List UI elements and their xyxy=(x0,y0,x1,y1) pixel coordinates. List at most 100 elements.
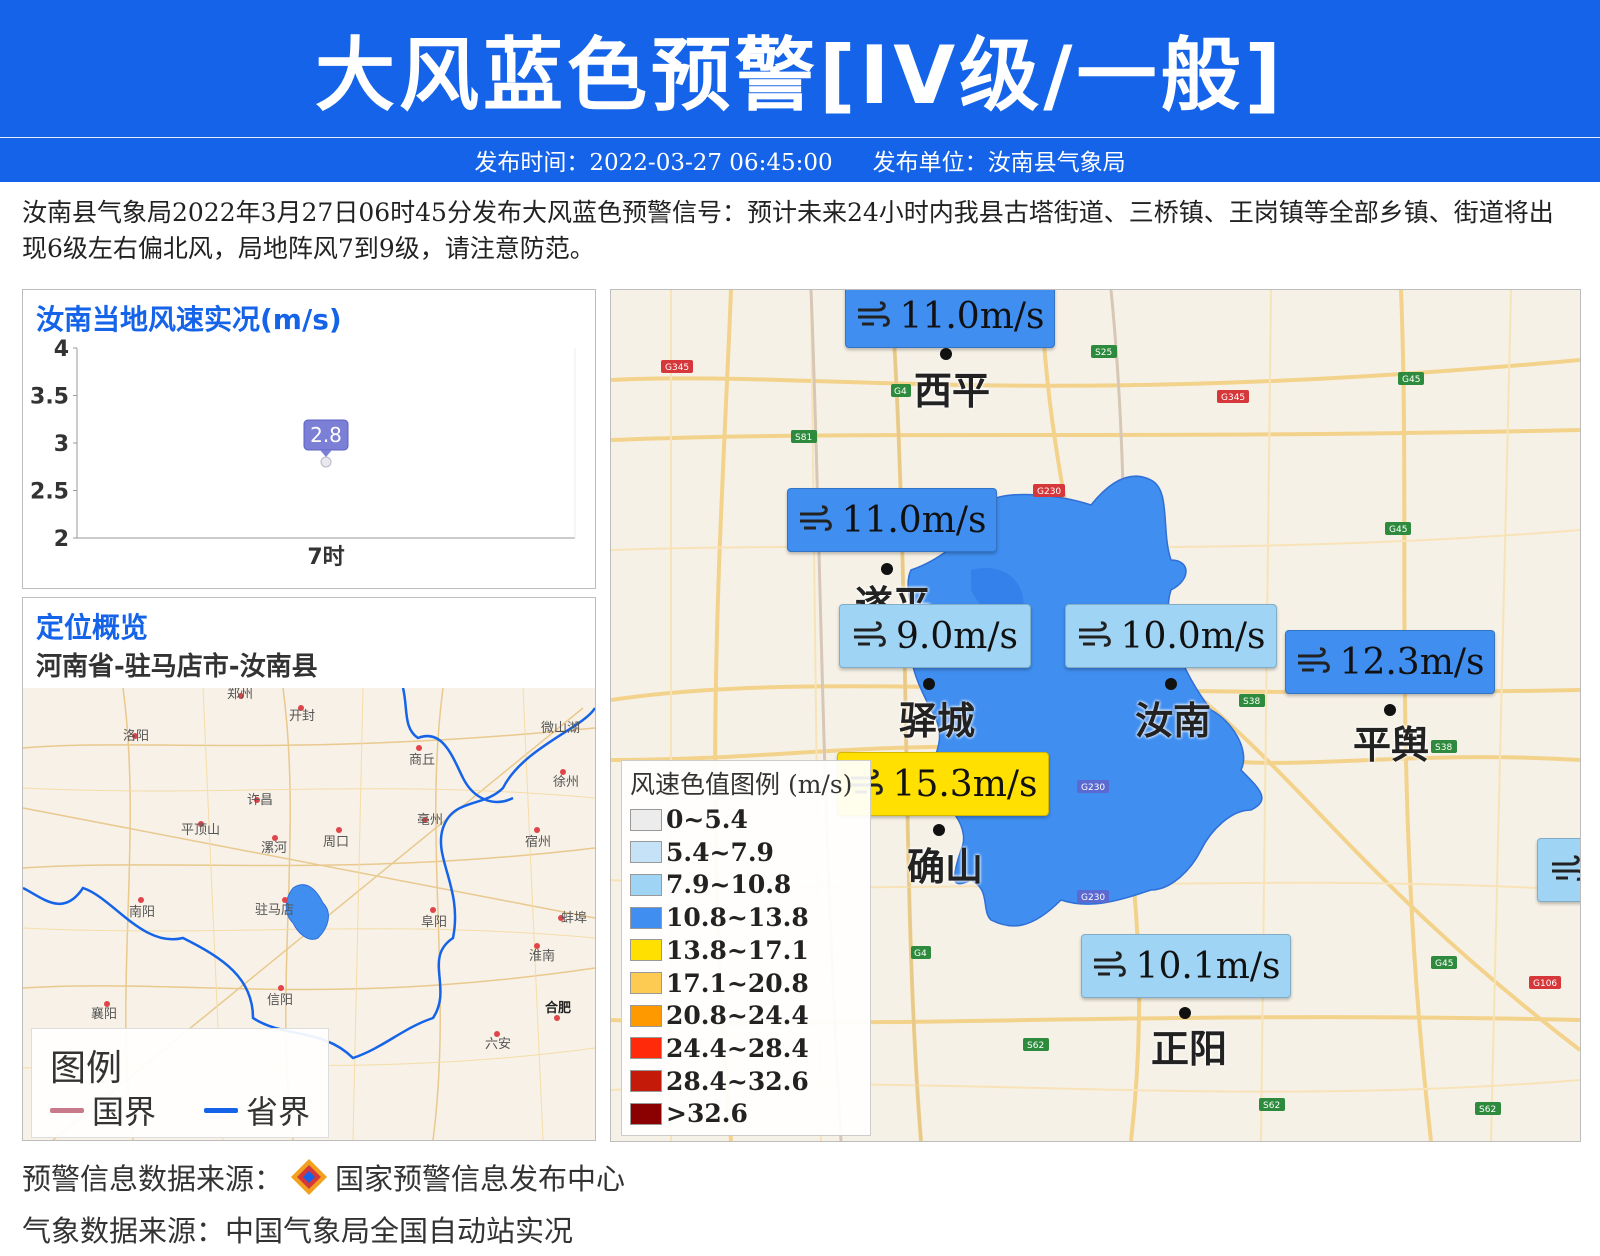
warning-source-name: 国家预警信息发布中心 xyxy=(335,1162,626,1196)
legend-item: 28.4~32.6 xyxy=(630,1067,809,1096)
svg-text:S81: S81 xyxy=(795,433,812,443)
legend-swatch xyxy=(630,1102,662,1125)
legend-item: 10.8~13.8 xyxy=(630,903,809,932)
weather-source: 气象数据来源：中国气象局全国自动站实况 xyxy=(22,1214,574,1248)
legend-item: 17.1~20.8 xyxy=(630,969,809,998)
svg-text:G45: G45 xyxy=(1389,525,1407,535)
overview-legend-title: 图例 xyxy=(50,1048,123,1089)
legend-item: 13.8~17.1 xyxy=(630,936,809,965)
legend-item: 7.9~10.8 xyxy=(630,870,791,899)
location-path: 河南省-驻马店市-汝南县 xyxy=(36,652,318,682)
province-border-label: 省界 xyxy=(246,1093,311,1131)
legend-item-national-border: 国界 xyxy=(50,1087,156,1133)
svg-text:G106: G106 xyxy=(1533,979,1557,989)
wind-value: 10.0m/s xyxy=(1120,615,1266,657)
svg-text:合肥: 合肥 xyxy=(545,1000,571,1016)
data-label: 2.8 xyxy=(310,423,342,447)
svg-text:蚌埠: 蚌埠 xyxy=(561,911,587,926)
svg-text:微山湖: 微山湖 xyxy=(541,721,580,736)
location-panel: 定位概览 河南省-驻马店市-汝南县 郑州 开封 洛阳 商丘 微山湖 徐州 许昌 … xyxy=(22,597,596,1141)
wind-station-runan[interactable]: 10.0m/s xyxy=(1065,604,1277,668)
wind-icon xyxy=(1093,951,1126,977)
data-point xyxy=(320,456,332,468)
svg-text:G230: G230 xyxy=(1081,893,1105,903)
city-label-xiping: 西平 xyxy=(914,369,991,413)
city-label-yicheng: 驿城 xyxy=(899,699,976,743)
svg-text:南阳: 南阳 xyxy=(129,904,155,920)
wind-station-xiping[interactable]: 11.0m/s xyxy=(845,290,1055,348)
wind-value: 11.0m/s xyxy=(899,295,1045,337)
legend-item: >32.6 xyxy=(630,1099,748,1128)
svg-text:驻马店: 驻马店 xyxy=(255,903,294,918)
wind-speed-panel: 4 3.5 3 2.5 2 7时 2.8 汝南当地风速实况(m/s) xyxy=(22,289,596,589)
overview-map-legend: 图例 国界 省界 xyxy=(31,1028,329,1138)
station-dot xyxy=(933,824,945,836)
wind-icon xyxy=(857,301,890,327)
legend-range-label: 24.4~28.4 xyxy=(666,1033,809,1063)
legend-range-label: 28.4~32.6 xyxy=(666,1066,809,1096)
legend-item-province-border: 省界 xyxy=(204,1087,310,1133)
svg-text:G230: G230 xyxy=(1081,783,1105,793)
city-label-runan: 汝南 xyxy=(1135,699,1212,743)
wind-icon xyxy=(1297,647,1330,673)
wind-legend-title: 风速色值图例 (m/s) xyxy=(630,770,853,799)
y-tick-label: 3.5 xyxy=(30,385,69,410)
svg-text:六安: 六安 xyxy=(485,1037,511,1052)
publish-unit: 发布单位：汝南县气象局 xyxy=(872,150,1126,176)
y-tick-label: 3 xyxy=(54,432,69,457)
legend-range-label: 13.8~17.1 xyxy=(666,935,809,965)
svg-text:S38: S38 xyxy=(1243,697,1260,707)
svg-text:漯河: 漯河 xyxy=(261,841,287,856)
svg-text:阜阳: 阜阳 xyxy=(421,914,447,930)
wind-station-zhengyang[interactable]: 10.1m/s xyxy=(1081,934,1291,998)
wind-map[interactable]: G345 S25 G45 G4 S81 G345 G230 G45 S38 S3… xyxy=(610,289,1581,1142)
svg-text:S38: S38 xyxy=(1435,743,1452,753)
wind-station-pingyu[interactable]: 12.3m/s xyxy=(1285,630,1495,694)
legend-swatch xyxy=(630,1004,662,1027)
legend-item: 24.4~28.4 xyxy=(630,1034,809,1063)
svg-text:徐州: 徐州 xyxy=(553,775,579,790)
svg-text:信阳: 信阳 xyxy=(267,993,293,1008)
legend-swatch xyxy=(630,1070,662,1093)
warning-source-label: 预警信息数据来源： xyxy=(22,1162,284,1196)
wind-icon xyxy=(799,505,832,531)
legend-swatch xyxy=(630,939,662,962)
svg-text:G4: G4 xyxy=(914,949,927,959)
station-dot xyxy=(940,348,952,360)
publish-info-bar: 发布时间：2022-03-27 06:45:00 发布单位：汝南县气象局 xyxy=(0,138,1600,182)
city-label-pingyu: 平舆 xyxy=(1353,723,1430,767)
wind-station-offscreen[interactable] xyxy=(1537,838,1580,902)
city-label-queshan: 确山 xyxy=(907,845,984,889)
wind-station-suiping[interactable]: 11.0m/s xyxy=(787,488,997,552)
wind-station-yicheng[interactable]: 9.0m/s xyxy=(839,604,1031,668)
legend-swatch xyxy=(630,841,662,864)
y-tick-label: 2.5 xyxy=(30,480,69,505)
y-tick-label: 4 xyxy=(54,337,69,362)
data-label-pointer xyxy=(320,450,332,457)
wind-color-legend: 风速色值图例 (m/s) 0~5.4 5.4~7.9 7.9~10.8 10.8~13… xyxy=(621,760,871,1136)
svg-text:襄阳: 襄阳 xyxy=(91,1006,117,1022)
warning-source: 预警信息数据来源： 国家预警信息发布中心 xyxy=(22,1156,625,1198)
legend-range-label: 7.9~10.8 xyxy=(666,870,792,900)
svg-text:平顶山: 平顶山 xyxy=(181,823,220,838)
svg-text:G345: G345 xyxy=(665,363,689,373)
overview-map[interactable]: 郑州 开封 洛阳 商丘 微山湖 徐州 许昌 平顶山 亳州 漯河 周口 宿州 南阳 驻马店 阜阳 蚌埠… xyxy=(23,688,595,1140)
svg-text:商丘: 商丘 xyxy=(409,753,435,768)
svg-text:洛阳: 洛阳 xyxy=(123,729,149,744)
legend-swatch xyxy=(630,1037,662,1060)
svg-text:G345: G345 xyxy=(1221,393,1245,403)
svg-text:亳州: 亳州 xyxy=(417,812,443,828)
legend-range-label: 20.8~24.4 xyxy=(666,1001,809,1031)
legend-item: 0~5.4 xyxy=(630,805,748,834)
svg-text:G4: G4 xyxy=(894,387,907,397)
warning-title: 大风蓝色预警[IV级/一般] xyxy=(314,28,1286,122)
legend-swatch xyxy=(630,906,662,929)
legend-swatch xyxy=(630,873,662,896)
warning-description: 汝南县气象局2022年3月27日06时45分发布大风蓝色预警信号：预计未来24小… xyxy=(22,198,1554,263)
legend-swatch xyxy=(630,808,662,831)
svg-text:开封: 开封 xyxy=(289,709,315,724)
wind-icon xyxy=(1078,621,1111,647)
legend-range-label: >32.6 xyxy=(666,1099,748,1129)
wind-value: 15.3m/s xyxy=(892,763,1038,805)
svg-text:S62: S62 xyxy=(1479,1105,1496,1115)
